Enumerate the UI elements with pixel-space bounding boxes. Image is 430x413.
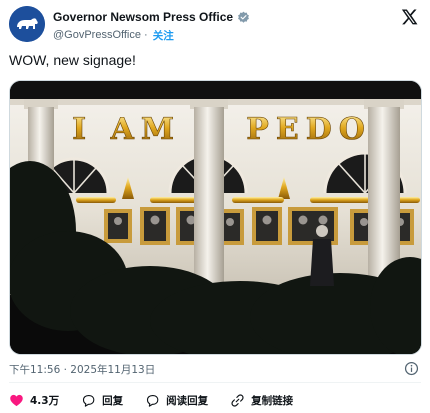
tweet-media-image[interactable]: I AM A PEDO <box>9 80 422 355</box>
handle-separator: · <box>141 29 151 41</box>
copy-link-label: 复制链接 <box>251 394 294 407</box>
bear-logo-icon <box>9 6 45 42</box>
author-display-name[interactable]: Governor Newsom Press Office <box>53 10 233 24</box>
link-icon <box>231 393 244 407</box>
tweet-actions: 4.3万 回复 阅读回复 复制链接 <box>9 391 315 409</box>
info-icon[interactable] <box>404 361 419 376</box>
x-logo-icon[interactable] <box>400 8 418 26</box>
like-button[interactable]: 4.3万 <box>9 393 59 408</box>
heart-icon <box>10 394 23 406</box>
read-replies-label: 阅读回复 <box>166 394 209 407</box>
reply-bubble-icon <box>83 394 95 407</box>
copy-link-button[interactable]: 复制链接 <box>230 393 293 408</box>
follow-button[interactable]: 关注 <box>153 28 174 43</box>
divider <box>9 382 421 383</box>
portrait-frames <box>104 207 414 245</box>
tweet-timestamp[interactable]: 下午11:56 · 2025年11月13日 <box>9 362 155 377</box>
tweet-text: WOW, new signage! <box>9 52 136 68</box>
like-count: 4.3万 <box>30 394 60 407</box>
reply-button[interactable]: 回复 <box>81 393 123 408</box>
author-handle[interactable]: @GovPressOffice <box>53 29 141 41</box>
avatar[interactable] <box>9 6 45 42</box>
verified-badge-icon <box>238 11 250 23</box>
tweet-header: Governor Newsom Press Office @GovPressOf… <box>9 6 420 44</box>
replies-bubble-icon <box>147 394 159 407</box>
white-house-colonnade-photo: I AM A PEDO <box>10 81 421 354</box>
read-replies-button[interactable]: 阅读回复 <box>145 393 208 408</box>
reply-label: 回复 <box>102 394 124 407</box>
